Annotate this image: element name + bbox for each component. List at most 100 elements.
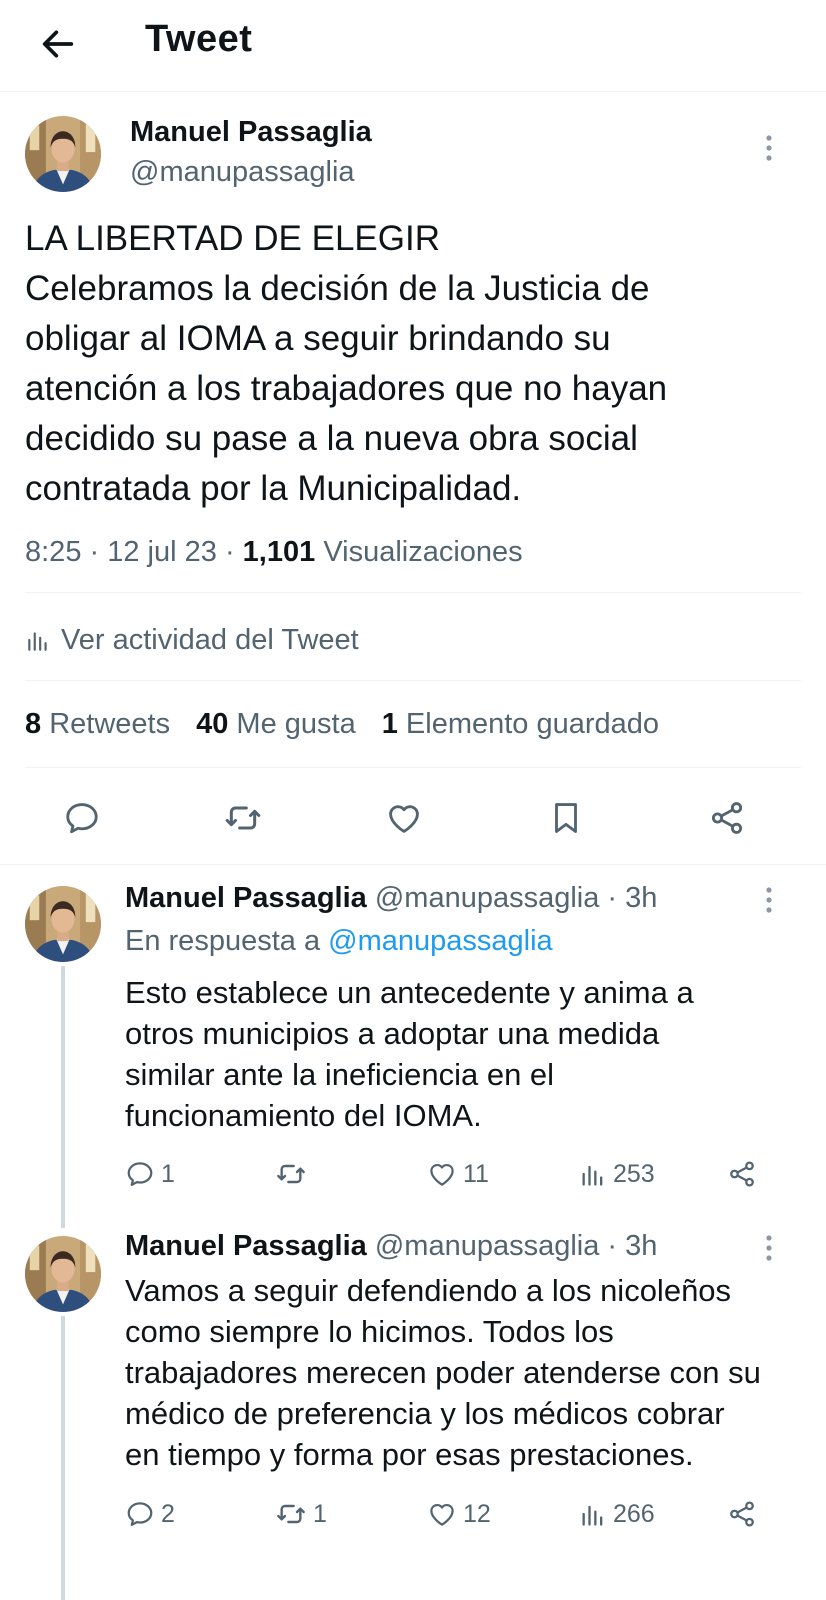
bookmarks-stat[interactable]: 1 Elemento guardado (382, 708, 659, 741)
reply-share-button[interactable] (727, 1494, 757, 1534)
reply-retweet-button[interactable]: 1 (275, 1494, 327, 1534)
bookmark-button[interactable] (538, 790, 594, 846)
share-button[interactable] (699, 790, 755, 846)
reply-time[interactable]: 3h (625, 882, 657, 914)
reply-likes-count: 11 (463, 1159, 489, 1188)
thread-line (61, 966, 65, 1228)
tweet-text-line: obligar al IOMA a seguir brindando su (25, 319, 611, 358)
reply-context: En respuesta a @manupassaglia (125, 925, 553, 958)
reply-text-line: Esto establece un antecedente y anima a (125, 975, 694, 1010)
reply-icon (125, 1499, 155, 1529)
reply-actions: 1 11 253 (125, 1154, 775, 1194)
bar-chart-icon (579, 1160, 607, 1188)
engagement-stats: 8 Retweets 40 Me gusta 1 Elemento guarda… (25, 708, 659, 741)
reply-text-line: como siempre lo hicimos. Todos los (125, 1314, 614, 1349)
share-icon (708, 799, 746, 837)
author-avatar[interactable] (25, 116, 101, 192)
reply-text-line: en tiempo y forma por esas prestaciones. (125, 1437, 694, 1472)
reply-more-button[interactable] (754, 880, 784, 920)
section-divider (0, 864, 826, 865)
heart-icon (427, 1499, 457, 1529)
more-vertical-icon (766, 1235, 772, 1261)
reply-reply-button[interactable]: 1 (125, 1154, 175, 1194)
reply-text-line: médico de preferencia y los médicos cobr… (125, 1396, 725, 1431)
retweet-icon (223, 798, 263, 838)
reply-author-handle[interactable]: @manupassaglia (375, 1230, 600, 1262)
tweet-text-line: Celebramos la decisión de la Justicia de (25, 269, 650, 308)
view-activity-link[interactable]: Ver actividad del Tweet (25, 620, 359, 660)
reply-text: Vamos a seguir defendiendo a los nicoleñ… (125, 1270, 761, 1475)
reply-text: Esto establece un antecedente y anima a … (125, 972, 694, 1136)
bookmarks-label: Elemento guardado (405, 708, 660, 740)
heart-icon (427, 1159, 457, 1189)
retweet-button[interactable] (215, 790, 271, 846)
divider (25, 680, 801, 681)
likes-stat[interactable]: 40 Me gusta (196, 708, 356, 741)
retweets-label: Retweets (49, 708, 171, 740)
activity-label: Ver actividad del Tweet (61, 623, 359, 656)
reply-author-name[interactable]: Manuel Passaglia (125, 1230, 367, 1262)
reply-text-line: trabajadores merecen poder atenderse con… (125, 1355, 761, 1390)
tweet-text-line: decidido su pase a la nueva obra social (25, 419, 638, 458)
top-bar: Tweet (0, 0, 826, 92)
bookmark-icon (547, 799, 585, 837)
retweet-icon (275, 1158, 307, 1190)
reply-text-line: similar ante la ineficiencia en el (125, 1057, 555, 1092)
reply-icon (125, 1159, 155, 1189)
retweets-count: 8 (25, 708, 42, 740)
divider (25, 767, 801, 768)
share-icon (727, 1159, 757, 1189)
page-title: Tweet (145, 18, 253, 60)
reply-button[interactable] (54, 790, 110, 846)
reply-reply-button[interactable]: 2 (125, 1494, 175, 1534)
reply-to-handle-link[interactable]: @manupassaglia (328, 925, 553, 957)
likes-label: Me gusta (236, 708, 356, 740)
reply-text-line: Vamos a seguir defendiendo a los nicoleñ… (125, 1273, 732, 1308)
heart-icon (385, 799, 423, 837)
tweet-text-line: contratada por la Municipalidad. (25, 469, 522, 508)
reply-like-button[interactable]: 12 (427, 1494, 491, 1534)
author-handle[interactable]: @manupassaglia (130, 156, 355, 189)
reply-author-handle[interactable]: @manupassaglia (375, 882, 600, 914)
likes-count: 40 (196, 708, 229, 740)
reply-text-line: funcionamiento del IOMA. (125, 1098, 482, 1133)
reply-like-button[interactable]: 11 (427, 1154, 489, 1194)
tweet-date[interactable]: 12 jul 23 (107, 536, 217, 568)
like-button[interactable] (376, 790, 432, 846)
more-vertical-icon (766, 135, 772, 161)
reply-icon (63, 799, 101, 837)
share-icon (727, 1499, 757, 1529)
reply-header: Manuel Passaglia @manupassaglia · 3h (125, 882, 658, 914)
reply-more-button[interactable] (754, 1228, 784, 1268)
reply-retweet-button[interactable] (275, 1154, 313, 1194)
more-vertical-icon (766, 887, 772, 913)
reply-views-count: 253 (613, 1159, 655, 1188)
retweet-icon (275, 1498, 307, 1530)
bar-chart-icon (579, 1500, 607, 1528)
reply-views-button[interactable]: 266 (579, 1494, 655, 1534)
reply-avatar[interactable] (25, 886, 101, 962)
reply-author-name[interactable]: Manuel Passaglia (125, 882, 367, 914)
bar-chart-icon (25, 627, 51, 653)
tweet-actions (0, 790, 826, 846)
reply-replies-count: 2 (161, 1499, 175, 1528)
reply-avatar[interactable] (25, 1236, 101, 1312)
reply-header: Manuel Passaglia @manupassaglia · 3h (125, 1230, 658, 1262)
views-label: Visualizaciones (323, 536, 523, 568)
tweet-text-line: LA LIBERTAD DE ELEGIR (25, 219, 440, 258)
reply-views-button[interactable]: 253 (579, 1154, 655, 1194)
arrow-left-icon (42, 30, 74, 58)
bookmarks-count: 1 (381, 708, 398, 740)
author-name[interactable]: Manuel Passaglia (130, 116, 372, 149)
reply-retweets-count: 1 (313, 1499, 327, 1528)
reply-actions: 2 1 12 266 (125, 1494, 775, 1534)
views-count: 1,101 (242, 536, 316, 568)
tweet-text: LA LIBERTAD DE ELEGIR Celebramos la deci… (25, 214, 805, 514)
retweets-stat[interactable]: 8 Retweets (25, 708, 170, 741)
tweet-time[interactable]: 8:25 (25, 536, 81, 568)
reply-time[interactable]: 3h (625, 1230, 657, 1262)
more-options-button[interactable] (754, 128, 784, 168)
back-button[interactable] (30, 16, 86, 72)
reply-share-button[interactable] (727, 1154, 757, 1194)
reply-to-prefix: En respuesta a (125, 925, 321, 957)
